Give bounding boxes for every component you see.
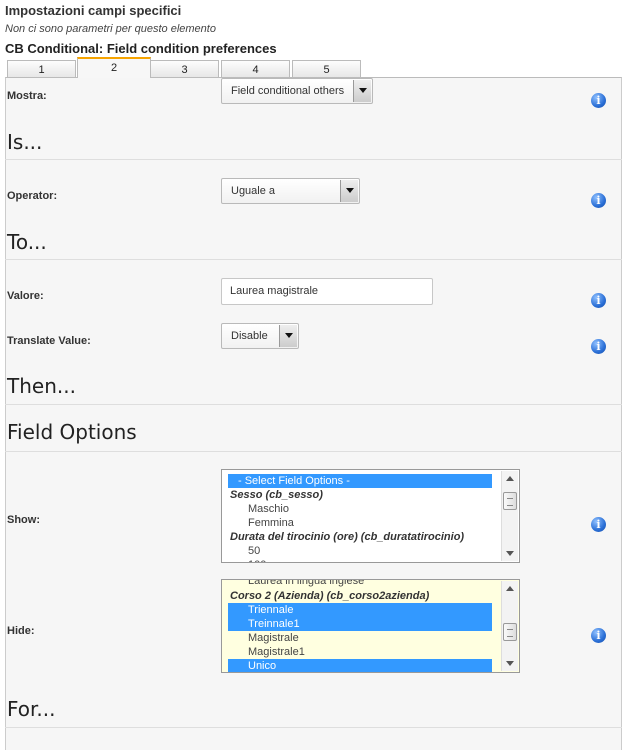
list-group: Corso 2 (Azienda) (cb_corso2azienda) xyxy=(230,590,430,602)
mostra-label: Mostra: xyxy=(7,90,47,102)
show-scrollbar[interactable] xyxy=(501,471,518,561)
list-item[interactable]: Treinnale1 xyxy=(228,617,492,631)
tab-2[interactable]: 2 xyxy=(77,57,151,78)
operator-label: Operator: xyxy=(7,190,58,202)
scroll-down-icon[interactable] xyxy=(506,551,514,556)
info-icon[interactable]: i xyxy=(591,293,606,308)
divider xyxy=(5,159,622,160)
no-params-note: Non ci sono parametri per questo element… xyxy=(5,23,216,35)
translate-value-select-value: Disable xyxy=(231,330,268,342)
valore-input[interactable]: Laurea magistrale xyxy=(221,278,433,305)
list-item[interactable]: Magistrale1 xyxy=(228,645,492,659)
hide-scrollbar[interactable] xyxy=(501,581,518,671)
section-for: For... xyxy=(7,697,56,721)
scroll-thumb[interactable] xyxy=(503,492,517,510)
mostra-select-value: Field conditional others xyxy=(231,85,345,97)
show-label: Show: xyxy=(7,514,40,526)
plugin-subtitle: CB Conditional: Field condition preferen… xyxy=(5,41,277,56)
info-icon[interactable]: i xyxy=(591,517,606,532)
section-is: Is... xyxy=(7,130,43,154)
translate-value-select[interactable]: Disable xyxy=(221,323,299,349)
info-icon[interactable]: i xyxy=(591,628,606,643)
section-field-options: Field Options xyxy=(7,420,137,444)
divider xyxy=(5,259,622,260)
scroll-up-icon[interactable] xyxy=(506,586,514,591)
chevron-down-icon xyxy=(353,80,371,102)
info-icon[interactable]: i xyxy=(591,193,606,208)
list-item[interactable]: - Select Field Options - xyxy=(228,474,492,488)
list-item[interactable]: Femmina xyxy=(228,516,492,530)
operator-select-value: Uguale a xyxy=(231,185,276,197)
list-item[interactable]: Triennale xyxy=(228,603,492,617)
section-then: Then... xyxy=(7,374,76,398)
operator-select[interactable]: Uguale a xyxy=(221,178,360,204)
valore-label: Valore: xyxy=(7,290,44,302)
list-item[interactable]: Unico xyxy=(228,659,492,672)
list-group: Durata del tirocinio (ore) (cb_duratatir… xyxy=(230,531,465,543)
info-icon[interactable]: i xyxy=(591,93,606,108)
list-item[interactable]: 100 xyxy=(228,558,492,562)
show-listbox[interactable]: - Select Field Options - Sesso (cb_sesso… xyxy=(221,469,520,563)
divider xyxy=(5,727,622,728)
chevron-down-icon xyxy=(279,325,297,347)
settings-header-title: Impostazioni campi specifici xyxy=(5,3,182,18)
list-item[interactable]: Laurea in lingua inglese xyxy=(228,580,492,588)
hide-label: Hide: xyxy=(7,625,35,637)
scroll-thumb[interactable] xyxy=(503,623,517,641)
hide-listbox[interactable]: Laurea in lingua inglese Corso 2 (Aziend… xyxy=(221,579,520,673)
list-group: Sesso (cb_sesso) xyxy=(230,489,323,501)
info-icon[interactable]: i xyxy=(591,339,606,354)
list-item[interactable]: 50 xyxy=(228,544,492,558)
list-item[interactable]: Magistrale xyxy=(228,631,492,645)
list-item[interactable]: Maschio xyxy=(228,502,492,516)
translate-value-label: Translate Value: xyxy=(7,335,91,347)
divider xyxy=(5,404,622,405)
chevron-down-icon xyxy=(340,180,358,202)
mostra-select[interactable]: Field conditional others xyxy=(221,78,373,104)
scroll-up-icon[interactable] xyxy=(506,476,514,481)
scroll-down-icon[interactable] xyxy=(506,661,514,666)
divider xyxy=(5,451,622,452)
section-to: To... xyxy=(7,230,47,254)
